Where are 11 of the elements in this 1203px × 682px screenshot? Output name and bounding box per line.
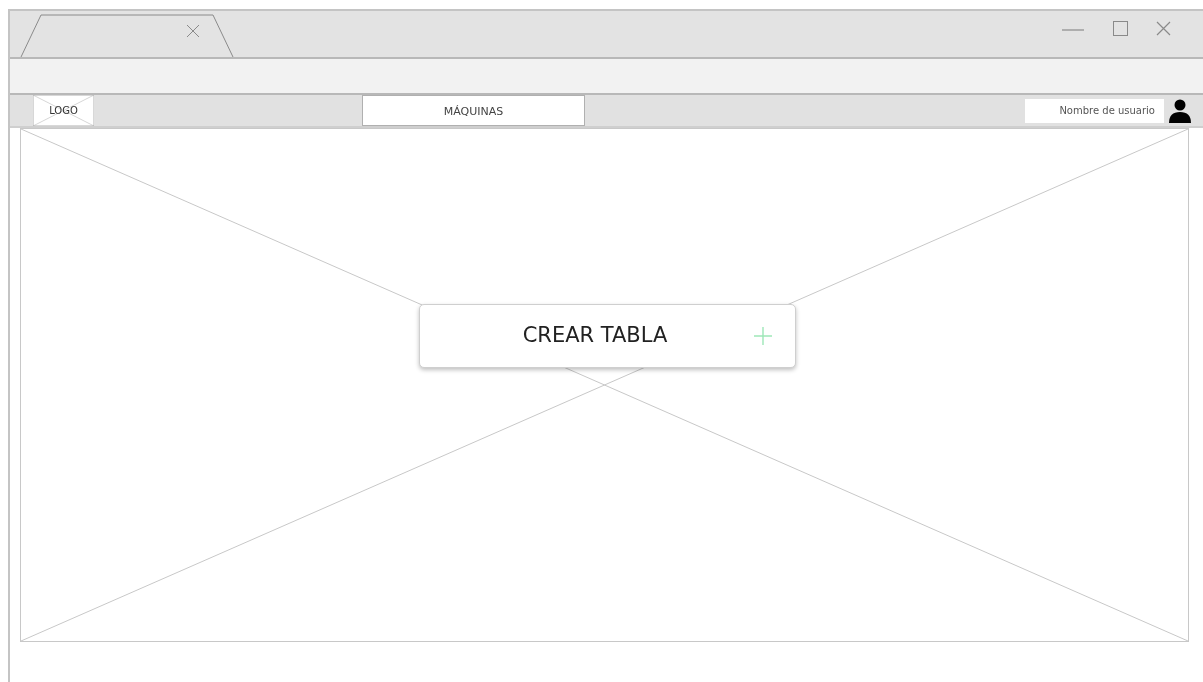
plus-icon	[754, 327, 772, 345]
minimize-icon[interactable]	[1062, 28, 1084, 32]
logo-placeholder	[33, 95, 94, 126]
user-icon[interactable]	[1169, 98, 1191, 123]
logo-text: LOGO	[49, 104, 78, 118]
close-icon[interactable]	[1156, 21, 1171, 36]
username-label[interactable]: Nombre de usuario	[1025, 98, 1164, 123]
maximize-icon[interactable]	[1113, 21, 1128, 36]
browser-tab[interactable]	[20, 14, 234, 57]
create-table-button[interactable]: CREAR TABLA	[419, 304, 796, 368]
nav-menu-item[interactable]: MÁQUINAS	[362, 95, 585, 126]
